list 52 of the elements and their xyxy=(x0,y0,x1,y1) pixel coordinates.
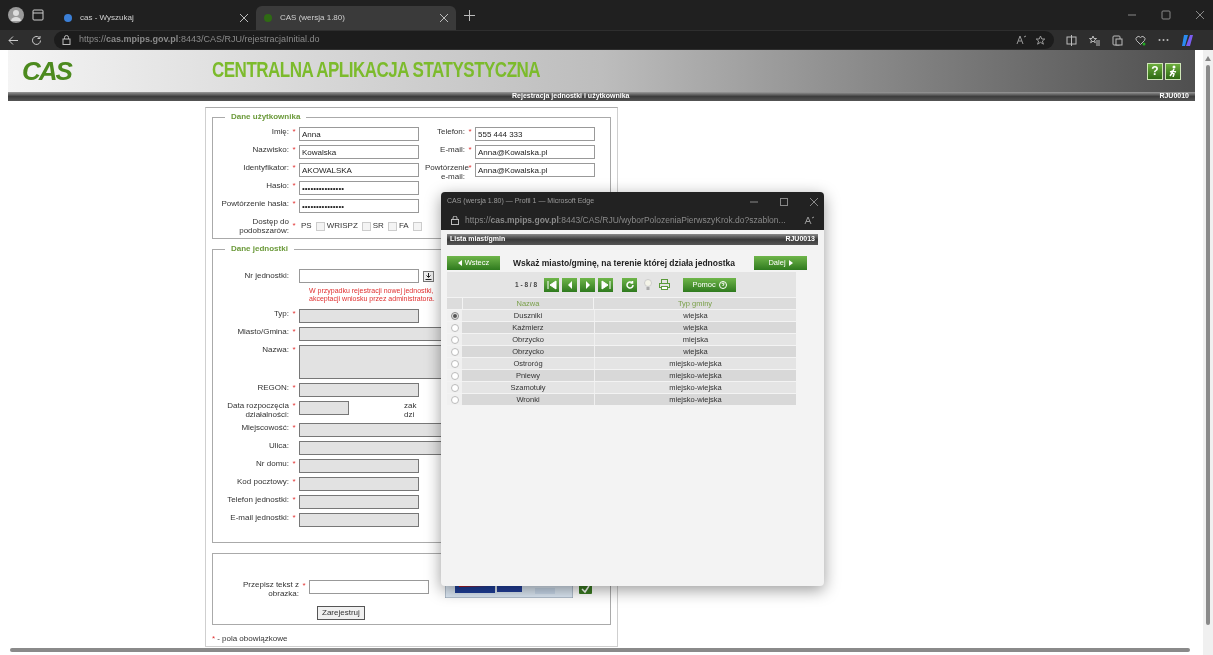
required-mark: * xyxy=(291,163,297,172)
field-label: Typ: xyxy=(272,309,289,318)
required-mark: * xyxy=(291,423,297,432)
instruction-text: Wskaż miasto/gminę, na terenie której działa jednostka xyxy=(513,256,735,270)
field-label: Data rozpoczęcia działalności: xyxy=(226,401,289,419)
field-label: Ulica: xyxy=(268,441,289,450)
required-mark: * xyxy=(291,495,297,504)
field-label: Nazwa: xyxy=(261,345,289,354)
section-legend: Dane jednostki xyxy=(225,243,294,255)
field-label: Hasło: xyxy=(265,181,289,190)
field-label: Powtórzenie hasła: xyxy=(220,199,289,208)
field-label: Kod pocztowy: xyxy=(235,477,289,486)
required-fields-note: - pola obowiązkowe xyxy=(217,633,288,645)
field-label: Nr jednostki: xyxy=(243,270,289,282)
required-mark: * xyxy=(291,181,297,190)
section-legend: Dane użytkownika xyxy=(225,111,307,123)
required-mark: * xyxy=(467,127,473,136)
required-mark: * xyxy=(291,145,297,154)
required-mark: * xyxy=(291,327,297,336)
field-label: Nazwisko: xyxy=(251,145,289,154)
cas-logo: CAS xyxy=(22,54,73,88)
field-label: Telefon jednostki: xyxy=(226,495,289,504)
required-mark: * xyxy=(301,580,307,592)
field-label: Nr domu: xyxy=(255,459,289,468)
required-mark: * xyxy=(291,199,297,208)
checkbox-label: SR xyxy=(372,220,384,232)
field-label: Identyfikator: xyxy=(242,163,289,172)
field-label: Miasto/Gmina: xyxy=(236,327,289,336)
required-mark: * xyxy=(291,401,297,410)
required-mark: * xyxy=(291,345,297,354)
required-mark: * xyxy=(291,220,297,232)
checkbox-label: PS xyxy=(301,220,312,232)
required-mark: * xyxy=(291,477,297,486)
field-label: Dostęp do podobszarów: xyxy=(238,217,289,235)
required-mark: * xyxy=(467,145,473,154)
field-label: Przepisz tekst z obrazka: xyxy=(242,580,299,598)
required-mark: * xyxy=(212,633,216,645)
field-label: E-mail jednostki: xyxy=(229,513,289,522)
field-label: Telefon: xyxy=(435,127,465,136)
field-label: Imię: xyxy=(270,127,289,136)
checkbox-label: WRISPZ xyxy=(326,220,358,232)
checkbox-label: FA xyxy=(398,220,409,232)
field-label: E-mail: xyxy=(439,145,465,154)
required-mark: * xyxy=(291,513,297,522)
required-mark: * xyxy=(291,309,297,318)
field-label: Miejscowość: xyxy=(240,423,289,432)
field-label: REGON: xyxy=(256,383,289,392)
required-mark: * xyxy=(291,459,297,468)
required-mark: * xyxy=(291,127,297,136)
required-mark: * xyxy=(291,383,297,392)
application-title: CENTRALNA APLIKACJA STATYSTYCZNA xyxy=(212,57,541,85)
field-label: zak dzi xyxy=(404,401,418,419)
